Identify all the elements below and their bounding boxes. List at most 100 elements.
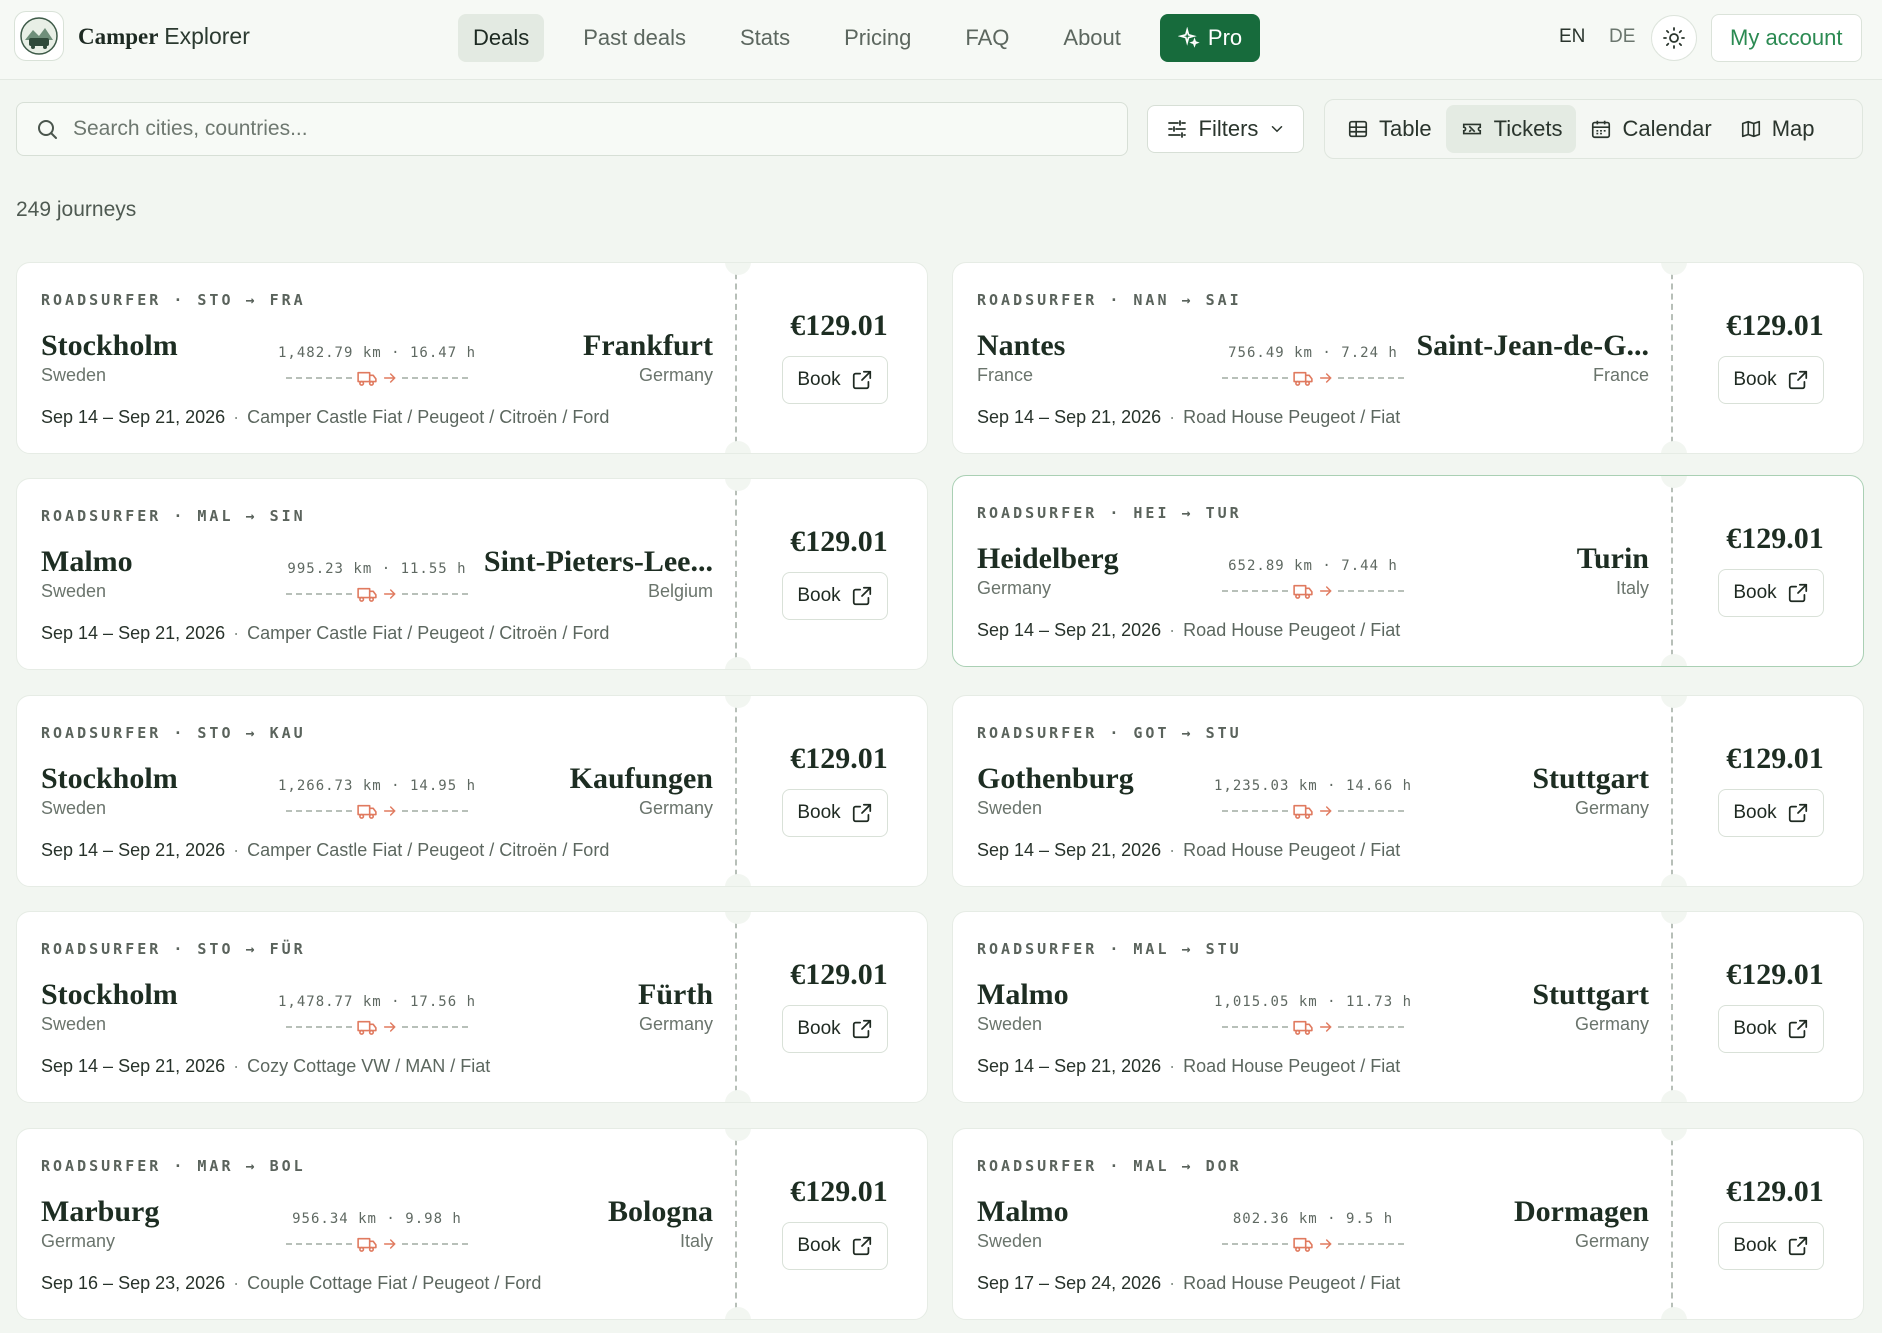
- destination-country: Italy: [679, 1231, 713, 1251]
- lang-de[interactable]: DE: [1609, 26, 1635, 48]
- sliders-icon: [1165, 117, 1189, 141]
- trip-dates: Sep 14 – Sep 21, 2026: [977, 1056, 1162, 1076]
- book-button[interactable]: Book: [1718, 356, 1824, 404]
- nav-faq[interactable]: FAQ: [950, 14, 1024, 62]
- destination: Frankfurt Germany: [383, 263, 713, 393]
- destination-city: Bologna: [607, 1195, 713, 1228]
- book-label: Book: [1733, 1018, 1777, 1039]
- origin-city: Nantes: [977, 329, 1066, 362]
- view-table-label: Table: [1379, 116, 1432, 141]
- vehicle-type: Road House Peugeot / Fiat: [1183, 1273, 1401, 1293]
- camper-van-icon: [1292, 803, 1314, 819]
- trip-details: Sep 14 – Sep 21, 2026 · Cozy Cottage VW / …: [41, 1056, 491, 1076]
- ticket-notch: [1661, 1090, 1687, 1102]
- book-button[interactable]: Book: [1718, 1005, 1824, 1053]
- vehicle-type: Camper Castle Fiat / Peugeot / Citroën /…: [247, 407, 610, 427]
- destination-country: Germany: [1574, 1014, 1649, 1034]
- external-link-icon: [1787, 802, 1809, 824]
- book-label: Book: [797, 369, 841, 390]
- pro-button[interactable]: Pro: [1159, 14, 1261, 62]
- destination-city: Saint-Jean-de-G...: [1416, 329, 1650, 362]
- route-dash: [286, 810, 352, 812]
- book-button[interactable]: Book: [782, 789, 888, 837]
- map-icon: [1740, 118, 1762, 140]
- vehicle-type: Road House Peugeot / Fiat: [1183, 407, 1401, 427]
- origin-country: France: [977, 365, 1034, 385]
- destination: Sint-Pieters-Lee... Belgium: [383, 479, 713, 609]
- route-dash: [1222, 590, 1288, 592]
- route-codes: ROADSURFER · STO → FÜR: [41, 940, 306, 958]
- camper-van-icon: [1292, 370, 1314, 386]
- view-map[interactable]: Map: [1726, 105, 1829, 153]
- destination-city: Turin: [1576, 542, 1649, 575]
- book-label: Book: [797, 802, 841, 823]
- price: €129.01: [790, 525, 888, 558]
- origin-country: Germany: [41, 1231, 116, 1251]
- origin-country: Sweden: [41, 581, 107, 601]
- book-button[interactable]: Book: [782, 1005, 888, 1053]
- lang-en[interactable]: EN: [1559, 26, 1585, 48]
- nav-stats[interactable]: Stats: [725, 14, 805, 62]
- camper-van-icon: [1292, 583, 1314, 599]
- origin-city: Heidelberg: [977, 542, 1119, 575]
- trip-details: Sep 14 – Sep 21, 2026 · Road House Peugeot…: [977, 840, 1401, 860]
- sun-icon: [1662, 26, 1686, 50]
- ticket-notch: [1661, 441, 1687, 453]
- trip-details: Sep 14 – Sep 21, 2026 · Road House Peugeot…: [977, 1056, 1401, 1076]
- nav-pricing[interactable]: Pricing: [829, 14, 926, 62]
- search-icon: [35, 117, 59, 141]
- search-box[interactable]: [16, 102, 1128, 156]
- ticket-notch: [725, 1090, 751, 1102]
- my-account-button[interactable]: My account: [1711, 14, 1862, 62]
- calendar-icon: [1590, 118, 1612, 140]
- book-button[interactable]: Book: [782, 1222, 888, 1270]
- route-codes: ROADSURFER · MAL → DOR: [977, 1157, 1242, 1175]
- view-table[interactable]: Table: [1333, 105, 1446, 153]
- pro-label: Pro: [1207, 25, 1243, 50]
- filters-button[interactable]: Filters: [1147, 105, 1304, 153]
- camper-van-icon: [356, 1236, 378, 1252]
- price: €129.01: [1726, 1175, 1824, 1208]
- theme-toggle-button[interactable]: [1651, 15, 1697, 61]
- nav-about[interactable]: About: [1048, 14, 1136, 62]
- external-link-icon: [851, 1018, 873, 1040]
- book-button[interactable]: Book: [1718, 569, 1824, 617]
- destination-country: Germany: [1574, 1231, 1649, 1251]
- route-dash: [286, 377, 352, 379]
- destination-city: Fürth: [638, 978, 713, 1011]
- route-dash: [286, 1243, 352, 1245]
- destination-country: Germany: [638, 1014, 713, 1034]
- nav-deals[interactable]: Deals: [458, 14, 545, 62]
- book-label: Book: [797, 1018, 841, 1039]
- destination-country: France: [1592, 365, 1649, 385]
- external-link-icon: [1787, 1018, 1809, 1040]
- origin-city: Malmo: [977, 1195, 1069, 1228]
- origin-country: Germany: [977, 578, 1052, 598]
- trip-dates: Sep 14 – Sep 21, 2026: [977, 620, 1162, 640]
- vehicle-type: Camper Castle Fiat / Peugeot / Citroën /…: [247, 623, 610, 643]
- destination-city: Dormagen: [1514, 1195, 1649, 1228]
- trip-details: Sep 14 – Sep 21, 2026 · Camper Castle Fiat…: [41, 407, 610, 427]
- external-link-icon: [851, 802, 873, 824]
- nav-past-deals[interactable]: Past deals: [568, 14, 701, 62]
- view-tickets[interactable]: Tickets: [1445, 105, 1577, 153]
- book-button[interactable]: Book: [782, 356, 888, 404]
- book-button[interactable]: Book: [1718, 789, 1824, 837]
- ticket-notch: [725, 1307, 751, 1319]
- destination-country: Germany: [638, 798, 713, 818]
- price: €129.01: [790, 309, 888, 342]
- view-tickets-label: Tickets: [1493, 116, 1563, 141]
- book-button[interactable]: Book: [1718, 1222, 1824, 1270]
- external-link-icon: [851, 1235, 873, 1257]
- book-button[interactable]: Book: [782, 572, 888, 620]
- ticket-card: ROADSURFER · NAN → SAI Nantes France 756…: [952, 262, 1864, 454]
- camper-van-icon: [356, 1019, 378, 1035]
- top-header: Camper Explorer Deals Past deals Stats P…: [0, 0, 1882, 80]
- route-dash: [1222, 1243, 1288, 1245]
- search-input[interactable]: [73, 117, 1127, 141]
- route-codes: ROADSURFER · NAN → SAI: [977, 291, 1242, 309]
- view-calendar[interactable]: Calendar: [1576, 105, 1725, 153]
- route-codes: ROADSURFER · STO → KAU: [41, 724, 306, 742]
- brand-logo[interactable]: Camper Explorer: [14, 11, 250, 61]
- destination-country: Germany: [1574, 798, 1649, 818]
